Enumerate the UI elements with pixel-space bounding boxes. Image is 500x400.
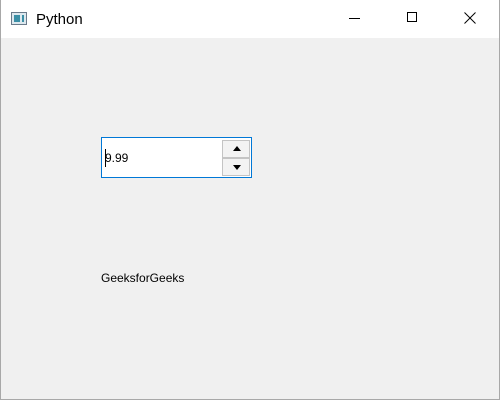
python-app-icon [11, 12, 27, 25]
close-icon [464, 12, 476, 24]
minimize-icon [349, 18, 360, 19]
spin-up-button[interactable] [222, 140, 250, 158]
minimize-button[interactable] [332, 0, 378, 38]
double-spin-box[interactable]: 9.99 [101, 137, 252, 178]
maximize-icon [407, 12, 417, 22]
arrow-up-icon [233, 146, 241, 151]
arrow-down-icon [233, 165, 241, 170]
app-window: Python 9.99 GeeksforGeeks [0, 0, 500, 400]
result-label: GeeksforGeeks [101, 271, 185, 285]
window-title: Python [36, 11, 83, 28]
close-button[interactable] [447, 0, 493, 38]
spinbox-value[interactable]: 9.99 [105, 151, 128, 165]
maximize-button[interactable] [389, 0, 435, 38]
text-cursor [105, 149, 106, 167]
title-bar[interactable]: Python [1, 0, 499, 38]
spin-down-button[interactable] [222, 158, 250, 176]
